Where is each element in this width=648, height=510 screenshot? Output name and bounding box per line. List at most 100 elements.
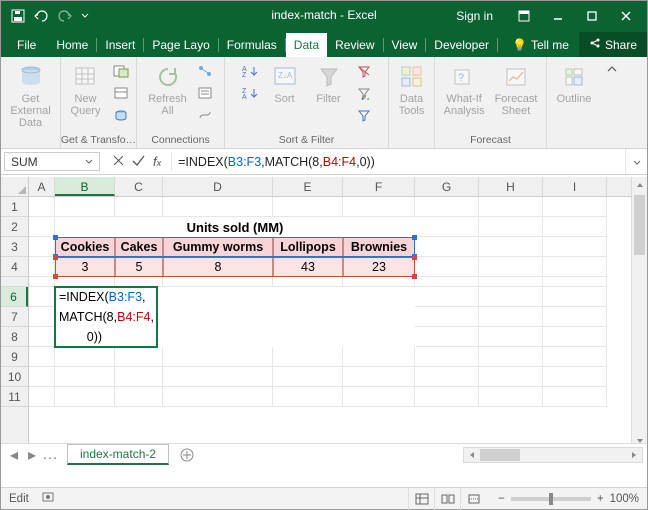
cancel-formula-icon[interactable]: [113, 153, 124, 171]
sort-button[interactable]: Z↓A Sort: [266, 61, 304, 107]
undo-icon[interactable]: [33, 10, 49, 22]
outline-button[interactable]: Outline: [555, 61, 594, 107]
zoom-in-icon[interactable]: +: [597, 493, 604, 505]
sort-az-icon[interactable]: AZ: [240, 61, 260, 81]
recent-sources-icon[interactable]: [111, 105, 131, 125]
from-table-icon[interactable]: [111, 83, 131, 103]
collapse-ribbon-icon[interactable]: [601, 57, 623, 148]
minimize-icon[interactable]: [541, 1, 575, 31]
reapply-icon[interactable]: [354, 83, 374, 103]
table-sparkle-icon: [72, 63, 100, 91]
what-if-button[interactable]: ? What-If Analysis: [442, 61, 487, 119]
tab-home[interactable]: Home: [48, 33, 96, 57]
get-external-data-button[interactable]: Get External Data: [5, 61, 57, 131]
query-side-buttons: [111, 61, 131, 125]
ribbon-tabs: File Home Insert Page Layo Formulas Data…: [1, 31, 647, 57]
refresh-all-button[interactable]: Refresh All: [146, 61, 189, 119]
scroll-thumb-h[interactable]: [480, 449, 520, 461]
group-forecast: Forecast: [470, 134, 511, 146]
scroll-left-icon[interactable]: [464, 448, 480, 462]
clear-filter-icon[interactable]: [354, 61, 374, 81]
column-headers[interactable]: A B C D E F G H I: [29, 177, 631, 197]
formula-bar[interactable]: =INDEX(B3:F3,MATCH(8,B4:F4,0)): [172, 149, 625, 174]
svg-text:A: A: [242, 94, 247, 100]
group-connections: Connections: [151, 134, 209, 146]
col-header: Lollipops: [273, 237, 343, 257]
connections-icon[interactable]: [195, 61, 215, 81]
enter-formula-icon[interactable]: [132, 153, 145, 171]
sheet-nav-prev-icon[interactable]: ◂: [5, 444, 23, 466]
tab-data[interactable]: Data: [286, 33, 327, 57]
share-button[interactable]: Share: [579, 32, 647, 57]
expand-formula-bar-icon[interactable]: [625, 149, 647, 174]
tell-me[interactable]: 💡Tell me: [502, 33, 579, 57]
whatif-icon: ?: [450, 63, 478, 91]
ribbon-options-icon[interactable]: [507, 1, 541, 31]
show-queries-icon[interactable]: [111, 61, 131, 81]
status-bar: Edit − + 100%: [1, 487, 647, 509]
tab-formulas[interactable]: Formulas: [219, 33, 285, 57]
zoom-out-icon[interactable]: −: [498, 493, 505, 505]
properties-icon[interactable]: [195, 83, 215, 103]
outline-icon: [560, 63, 588, 91]
spreadsheet-grid[interactable]: A B C D E F G H I 1234 67891011 Units so…: [1, 177, 647, 465]
sort-dialog-icon: Z↓A: [271, 63, 299, 91]
tab-view[interactable]: View: [384, 33, 426, 57]
name-box[interactable]: SUM: [4, 152, 100, 171]
macro-record-icon[interactable]: [41, 490, 55, 507]
sheet-tab-active[interactable]: index-match-2: [67, 444, 169, 465]
save-icon[interactable]: [11, 9, 25, 23]
editing-cell[interactable]: =INDEX(B3:F3,: [55, 287, 255, 307]
data-tools-button[interactable]: Data Tools: [393, 61, 431, 119]
data-cell: 43: [273, 257, 343, 277]
scroll-up-icon[interactable]: [632, 177, 647, 193]
row-headers[interactable]: 1234 67891011: [1, 197, 29, 449]
refresh-icon: [154, 63, 182, 91]
new-query-button[interactable]: New Query: [67, 61, 105, 119]
chevron-down-icon[interactable]: [85, 155, 93, 169]
col-header: Cakes: [115, 237, 163, 257]
share-icon: [589, 37, 601, 52]
ribbon: Get External Data New Query Get & Transf…: [1, 57, 647, 149]
data-cell: 5: [115, 257, 163, 277]
view-page-layout-icon[interactable]: [434, 488, 460, 510]
tab-file[interactable]: File: [5, 33, 48, 57]
svg-text:Z: Z: [242, 72, 247, 78]
svg-text:Z↓A: Z↓A: [278, 71, 293, 80]
zoom-level[interactable]: 100%: [610, 493, 639, 505]
tab-page-layout[interactable]: Page Layo: [144, 33, 217, 57]
qat-dropdown-icon[interactable]: [81, 12, 89, 20]
scroll-right-icon[interactable]: [626, 448, 642, 462]
close-icon[interactable]: [609, 1, 643, 31]
filter-button[interactable]: Filter: [310, 61, 348, 107]
horizontal-scrollbar[interactable]: [463, 447, 643, 463]
zoom-slider[interactable]: [511, 497, 591, 501]
data-cell: 3: [55, 257, 115, 277]
funnel-icon: [315, 63, 343, 91]
view-page-break-icon[interactable]: [460, 488, 486, 510]
edit-links-icon[interactable]: [195, 105, 215, 125]
col-header: Brownies: [343, 237, 415, 257]
advanced-filter-icon[interactable]: [354, 105, 374, 125]
add-sheet-icon[interactable]: [175, 448, 199, 462]
fx-icon[interactable]: fx: [153, 154, 161, 169]
signin-link[interactable]: Sign in: [456, 9, 493, 23]
col-header: Gummy worms: [163, 237, 273, 257]
tab-review[interactable]: Review: [327, 33, 382, 57]
grid-tools-icon: [398, 63, 426, 91]
tab-developer[interactable]: Developer: [426, 33, 497, 57]
redo-icon[interactable]: [57, 10, 73, 22]
tab-insert[interactable]: Insert: [97, 33, 143, 57]
select-all-triangle[interactable]: [1, 177, 29, 197]
database-icon: [17, 63, 45, 91]
forecast-icon: [502, 63, 530, 91]
vertical-scrollbar[interactable]: [631, 177, 647, 449]
scroll-thumb[interactable]: [634, 195, 645, 255]
sheet-nav-next-icon[interactable]: ▸: [23, 444, 41, 466]
sort-za-icon[interactable]: ZA: [240, 83, 260, 103]
maximize-icon[interactable]: [575, 1, 609, 31]
view-normal-icon[interactable]: [408, 488, 434, 510]
group-sort-filter: Sort & Filter: [279, 134, 334, 146]
forecast-sheet-button[interactable]: Forecast Sheet: [493, 61, 540, 119]
sheet-nav-ellipsis[interactable]: …: [41, 444, 59, 466]
